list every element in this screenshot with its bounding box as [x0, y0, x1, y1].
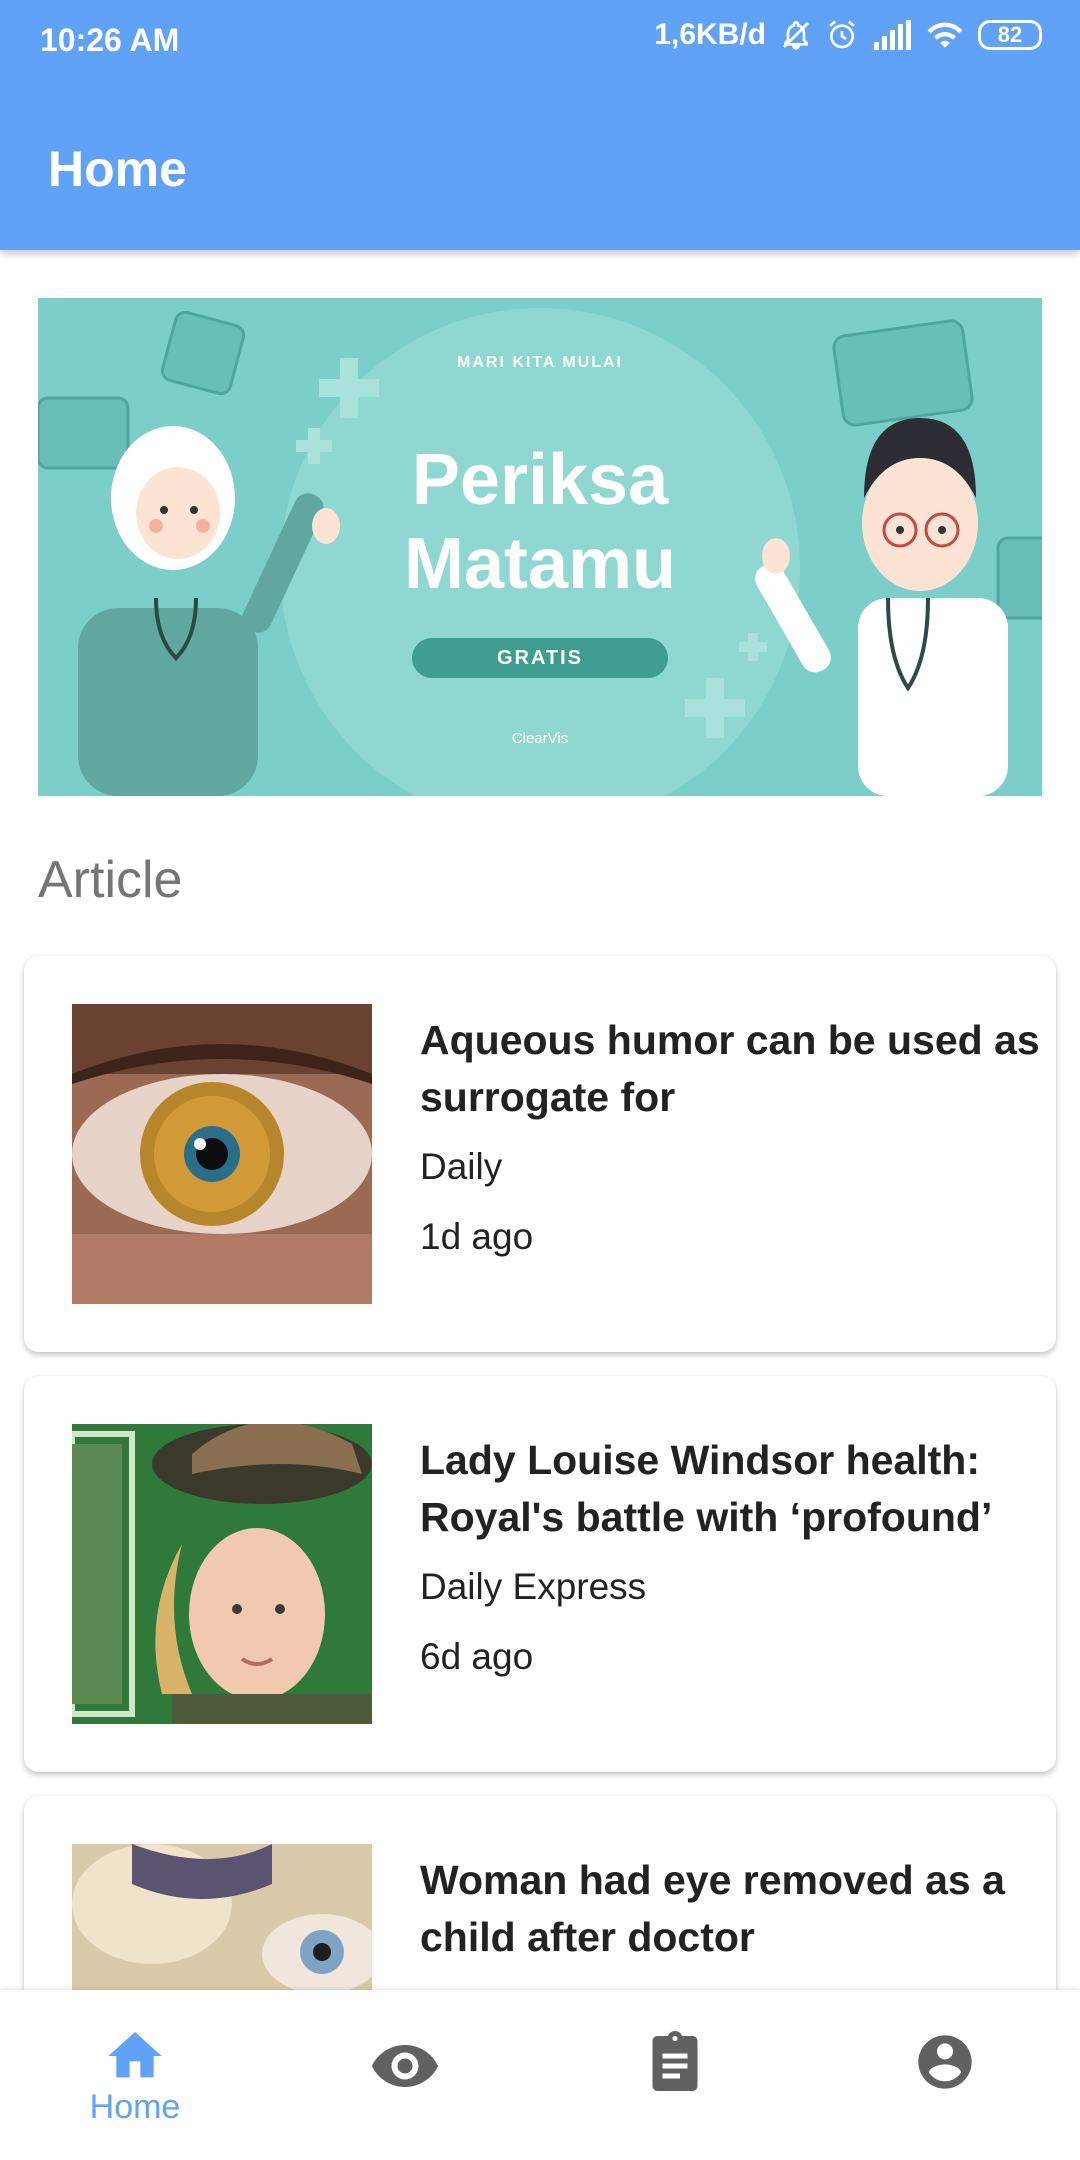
article-thumbnail — [72, 1424, 372, 1724]
banner-title-line2: Matamu — [403, 524, 677, 604]
article-card[interactable]: Lady Louise Windsor health: Royal's batt… — [24, 1376, 1056, 1772]
page-title: Home — [48, 141, 187, 197]
article-card[interactable]: Aqueous humor can be used as surrogate f… — [24, 956, 1056, 1352]
nav-label-home: Home — [89, 2088, 181, 2126]
signal-icon — [874, 20, 911, 50]
banner-kicker: MARI KITA MULAI — [457, 354, 623, 371]
alarm-icon — [829, 20, 855, 49]
article-text: Lady Louise Windsor health: Royal's batt… — [420, 1432, 1040, 1678]
article-text: Aqueous humor can be used as surrogate f… — [420, 1012, 1040, 1258]
bottom-navigation: Home — [0, 1990, 1080, 2160]
banner-badge: GRATIS — [412, 638, 668, 678]
nav-item-account[interactable] — [810, 1990, 1080, 2160]
promo-banner[interactable]: MARI KITA MULAI Periksa Matamu GRATIS Cl… — [38, 298, 1042, 796]
nav-item-eye[interactable] — [270, 1990, 540, 2160]
article-source: Daily — [420, 1146, 503, 1187]
bell-off-icon — [783, 21, 809, 50]
home-icon — [108, 2032, 162, 2078]
network-speed: 1,6KB/d — [654, 18, 766, 51]
account-icon — [918, 2035, 972, 2089]
eye-icon — [372, 2045, 438, 2087]
article-title: Lady Louise Windsor health: Royal's batt… — [420, 1437, 993, 1540]
banner-title-line1: Periksa — [411, 440, 669, 520]
battery-icon: 82 — [978, 20, 1042, 50]
nav-item-home[interactable]: Home — [0, 1990, 270, 2160]
wifi-icon — [927, 22, 963, 48]
section-title: Article — [38, 851, 183, 909]
banner-title: Periksa Matamu — [38, 438, 1042, 606]
status-time: 10:26 AM — [40, 22, 180, 58]
article-time: 6d ago — [420, 1636, 534, 1677]
article-title: Woman had eye removed as a child after d… — [420, 1857, 1005, 1960]
article-text: Woman had eye removed as a child after d… — [420, 1852, 1040, 1966]
clipboard-icon — [652, 2031, 698, 2091]
status-icons: 1,6KB/d 82 — [654, 18, 1042, 52]
article-title: Aqueous humor can be used as surrogate f… — [420, 1017, 1040, 1120]
nav-item-clipboard[interactable] — [540, 1990, 810, 2160]
banner-brand: ClearVis — [511, 730, 569, 747]
article-time: 1d ago — [420, 1216, 534, 1257]
article-source: Daily Express — [420, 1566, 647, 1607]
status-bar: 10:26 AM 1,6KB/d 82 — [0, 0, 1080, 84]
article-thumbnail — [72, 1004, 372, 1304]
app-bar: 10:26 AM 1,6KB/d 82 Home — [0, 0, 1080, 250]
